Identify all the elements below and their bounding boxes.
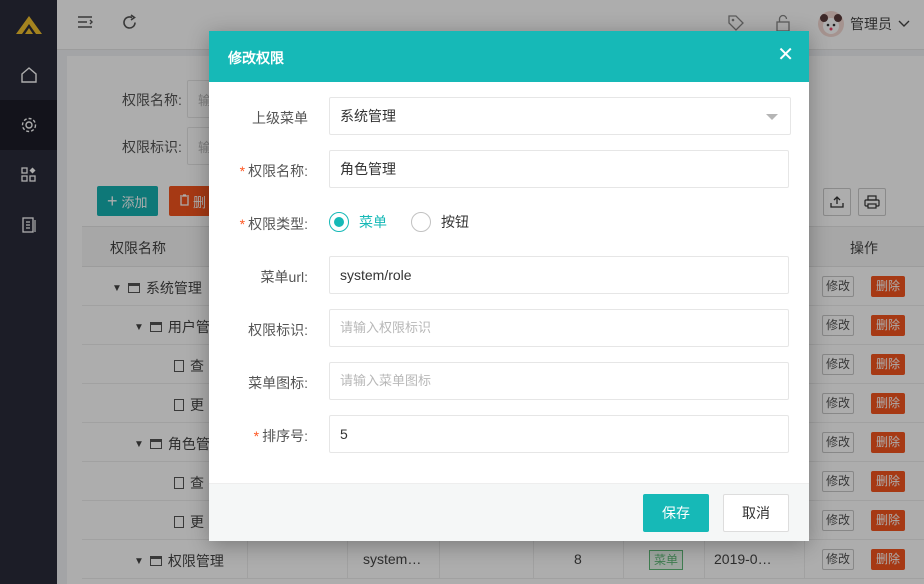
name-input[interactable]: 角色管理: [329, 150, 789, 188]
required-mark: *: [253, 428, 260, 444]
sort-input[interactable]: 5: [329, 415, 789, 453]
dialog-header: 修改权限 ✕: [209, 31, 809, 82]
parent-select-value: 系统管理: [340, 108, 396, 124]
required-mark: *: [239, 163, 246, 179]
form-row-parent: 上级菜单 系统管理: [209, 97, 809, 137]
caret-down-icon: [766, 114, 778, 120]
required-mark: *: [239, 216, 246, 232]
form-row-name: * 权限名称: 角色管理: [209, 150, 809, 190]
edit-permission-dialog: 修改权限 ✕ 上级菜单 系统管理 * 权限名称: 角色管理 * 权限类型: 菜单 按…: [209, 31, 809, 541]
cancel-button[interactable]: 取消: [723, 494, 789, 532]
sort-label: * 排序号:: [253, 428, 308, 444]
radio-button[interactable]: 按钮: [411, 212, 469, 232]
parent-label: 上级菜单: [252, 110, 308, 126]
name-label: * 权限名称:: [239, 163, 308, 179]
radio-checked-icon: [329, 212, 349, 232]
url-input[interactable]: system/role: [329, 256, 789, 294]
radio-unchecked-icon: [411, 212, 431, 232]
form-row-icon: 菜单图标: 请输入菜单图标: [209, 362, 809, 402]
form-row-url: 菜单url: system/role: [209, 256, 809, 296]
icon-label: 菜单图标:: [248, 375, 308, 391]
form-row-key: 权限标识: 请输入权限标识: [209, 309, 809, 349]
form-row-type: * 权限类型: 菜单 按钮: [209, 203, 809, 243]
form-row-sort: * 排序号: 5: [209, 415, 809, 455]
icon-input[interactable]: 请输入菜单图标: [329, 362, 789, 400]
dialog-title: 修改权限: [228, 50, 284, 66]
radio-button-label: 按钮: [441, 214, 469, 230]
radio-menu-label: 菜单: [359, 214, 387, 230]
url-label: 菜单url:: [260, 269, 308, 285]
save-button[interactable]: 保存: [643, 494, 709, 532]
parent-select[interactable]: 系统管理: [329, 97, 791, 135]
dialog-footer: 保存 取消: [209, 483, 809, 541]
key-label: 权限标识:: [248, 322, 308, 338]
type-label: * 权限类型:: [239, 216, 308, 232]
radio-menu[interactable]: 菜单: [329, 212, 387, 232]
close-icon[interactable]: ✕: [777, 45, 794, 65]
key-input[interactable]: 请输入权限标识: [329, 309, 789, 347]
